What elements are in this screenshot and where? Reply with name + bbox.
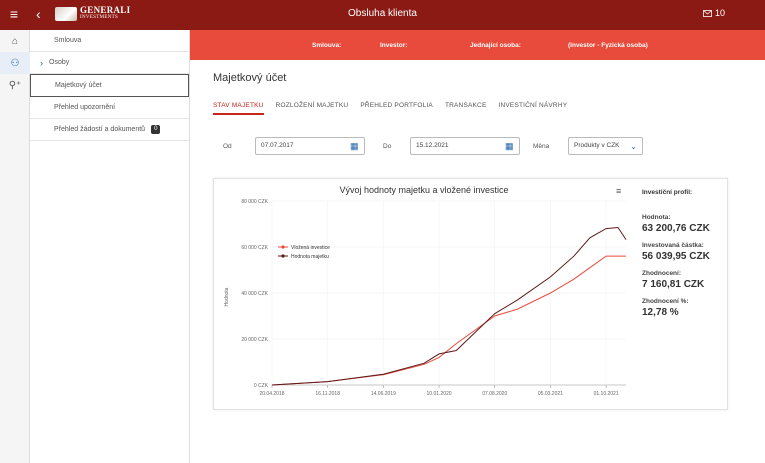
- lion-emblem-icon: [55, 7, 77, 21]
- investovana-castka-label: Investovaná částka:: [642, 242, 704, 249]
- chart-series: [271, 226, 627, 386]
- people-icon[interactable]: ⚇: [0, 52, 30, 74]
- sidebar-item-label: Osoby: [49, 59, 70, 66]
- hodnota-value: 63 200,76 CZK: [642, 223, 710, 234]
- zhodnoceni-value: 7 160,81 CZK: [642, 279, 705, 290]
- mail-count: 10: [714, 8, 725, 18]
- mena-label: Měna: [533, 143, 550, 150]
- top-bar: ≡ ‹ GENERALI INVESTMENTS Obsluha klienta…: [0, 0, 765, 30]
- x-tick-label: 05.03.2021: [538, 391, 563, 397]
- hodnota-label: Hodnota:: [642, 214, 671, 221]
- do-label: Do: [383, 143, 392, 150]
- chart-grid: [271, 200, 626, 388]
- od-date-field[interactable]: 07.07.2017 ▦: [255, 137, 365, 155]
- currency-select-value: Produkty v CZK: [574, 142, 620, 149]
- tab-investicni-navrhy[interactable]: INVESTIČNÍ NÁVRHY: [498, 102, 567, 115]
- x-tick-label: 14.06.2019: [371, 391, 396, 397]
- logo-line1: GENERALI: [80, 5, 131, 15]
- mail-button[interactable]: 10: [703, 8, 725, 18]
- hamburger-menu-icon[interactable]: ≡: [6, 6, 22, 22]
- od-label: Od: [223, 143, 232, 150]
- sidebar-item-label: Majetkový účet: [55, 82, 102, 89]
- y-tick-label: 20 000 CZK: [241, 337, 268, 343]
- sidebar-item-prehled-zadosti[interactable]: Přehled žádostí a dokumentů 0: [30, 119, 189, 141]
- y-tick-label: 80 000 CZK: [241, 199, 268, 205]
- sidebar-item-prehled-upozorneni[interactable]: Přehled upozornění: [30, 97, 189, 119]
- calendar-icon[interactable]: ▦: [350, 141, 360, 151]
- add-person-icon[interactable]: ⚲⁺: [0, 74, 30, 96]
- context-bar: Smlouva: Investor: Jednající osoba: (Inv…: [190, 30, 765, 60]
- sidebar-item-label: Přehled upozornění: [54, 104, 116, 111]
- do-date-field[interactable]: 15.12.2021 ▦: [410, 137, 520, 155]
- x-tick-label: 10.01.2020: [427, 391, 452, 397]
- logo-text: GENERALI INVESTMENTS: [80, 6, 130, 22]
- chevron-right-icon: ›: [40, 57, 43, 68]
- chevron-down-icon: ⌄: [630, 142, 637, 151]
- sidebar: Smlouva › Osoby Majetkový účet Přehled u…: [30, 30, 190, 463]
- generali-logo[interactable]: GENERALI INVESTMENTS: [55, 6, 130, 22]
- y-tick-label: 40 000 CZK: [241, 291, 268, 297]
- count-badge: 0: [151, 125, 161, 134]
- od-date-value: 07.07.2017: [261, 142, 294, 149]
- back-chevron-icon[interactable]: ‹: [36, 6, 41, 22]
- y-axis-ticks: 0 CZK 20 000 CZK 40 000 CZK 60 000 CZK 80 00…: [241, 199, 268, 389]
- home-icon[interactable]: ⌂: [0, 30, 30, 52]
- sidebar-item-label: Smlouva: [54, 37, 82, 44]
- do-date-value: 15.12.2021: [416, 142, 449, 149]
- tab-stav-majetku[interactable]: STAV MAJETKU: [213, 102, 264, 115]
- main-content: Majetkový účet STAV MAJETKU ROZLOŽENÍ MA…: [200, 60, 765, 463]
- filter-row: Od 07.07.2017 ▦ Do 15.12.2021 ▦ Měna Pro…: [210, 135, 765, 157]
- legend-marker: [281, 254, 285, 258]
- tab-rozlozeni-majetku[interactable]: ROZLOŽENÍ MAJETKU: [276, 102, 349, 115]
- x-tick-label: 16.11.2018: [315, 391, 340, 397]
- logo-line2: INVESTMENTS: [80, 15, 119, 20]
- series-line-hodnota-majetku: [271, 226, 627, 386]
- icon-rail: ⌂ ⚇ ⚲⁺: [0, 30, 30, 463]
- smlouva-label: Smlouva:: [312, 42, 342, 49]
- tab-prehled-portfolia[interactable]: PŘEHLED PORTFOLIA: [360, 102, 433, 115]
- chart-panel: Vývoj hodnoty majetku a vložené investic…: [213, 178, 728, 410]
- investovana-castka-value: 56 039,95 CZK: [642, 251, 710, 262]
- role-label: (Investor - Fyzická osoba): [568, 42, 648, 49]
- chart-legend: Vložená investice Hodnota majetku: [278, 245, 330, 260]
- y-tick-label: 60 000 CZK: [241, 245, 268, 251]
- legend-label: Vložená investice: [291, 245, 330, 251]
- zhodnoceni-label: Zhodnocení:: [642, 270, 681, 277]
- sidebar-item-smlouva[interactable]: Smlouva: [30, 30, 189, 52]
- sidebar-item-osoby[interactable]: › Osoby: [30, 52, 189, 74]
- envelope-icon: [703, 9, 712, 17]
- calendar-icon[interactable]: ▦: [505, 141, 515, 151]
- currency-select[interactable]: Produkty v CZK ⌄: [568, 137, 643, 155]
- investor-label: Investor:: [380, 42, 408, 49]
- x-tick-label: 20.04.2018: [259, 391, 284, 397]
- zhodnoceni-pct-value: 12,78 %: [642, 307, 679, 318]
- y-tick-label: 0 CZK: [254, 383, 269, 389]
- legend-label: Hodnota majetku: [291, 254, 329, 260]
- page-title: Majetkový účet: [213, 72, 287, 84]
- zhodnoceni-pct-label: Zhodnocení %:: [642, 298, 689, 305]
- stats-heading: Investiční profil:: [642, 189, 693, 196]
- y-axis-label: Hodnota: [224, 287, 230, 306]
- x-tick-label: 01.10.2021: [594, 391, 619, 397]
- jednajici-osoba-label: Jednající osoba:: [470, 42, 521, 49]
- x-tick-label: 07.08.2020: [482, 391, 507, 397]
- stats-panel: Investiční profil: Hodnota: 63 200,76 CZ…: [642, 189, 728, 326]
- series-line-vlozena-investice: [271, 255, 626, 386]
- sidebar-item-majetkovy-ucet[interactable]: Majetkový účet: [30, 74, 189, 97]
- sidebar-item-label: Přehled žádostí a dokumentů: [54, 126, 146, 133]
- x-axis-ticks: 20.04.2018 16.11.2018 14.06.2019 10.01.2020…: [259, 391, 618, 397]
- tab-transakce[interactable]: TRANSAKCE: [445, 102, 487, 115]
- legend-marker: [281, 245, 285, 249]
- tab-bar: STAV MAJETKU ROZLOŽENÍ MAJETKU PŘEHLED P…: [213, 102, 567, 115]
- line-chart: 0 CZK 20 000 CZK 40 000 CZK 60 000 CZK 80 00…: [224, 199, 627, 397]
